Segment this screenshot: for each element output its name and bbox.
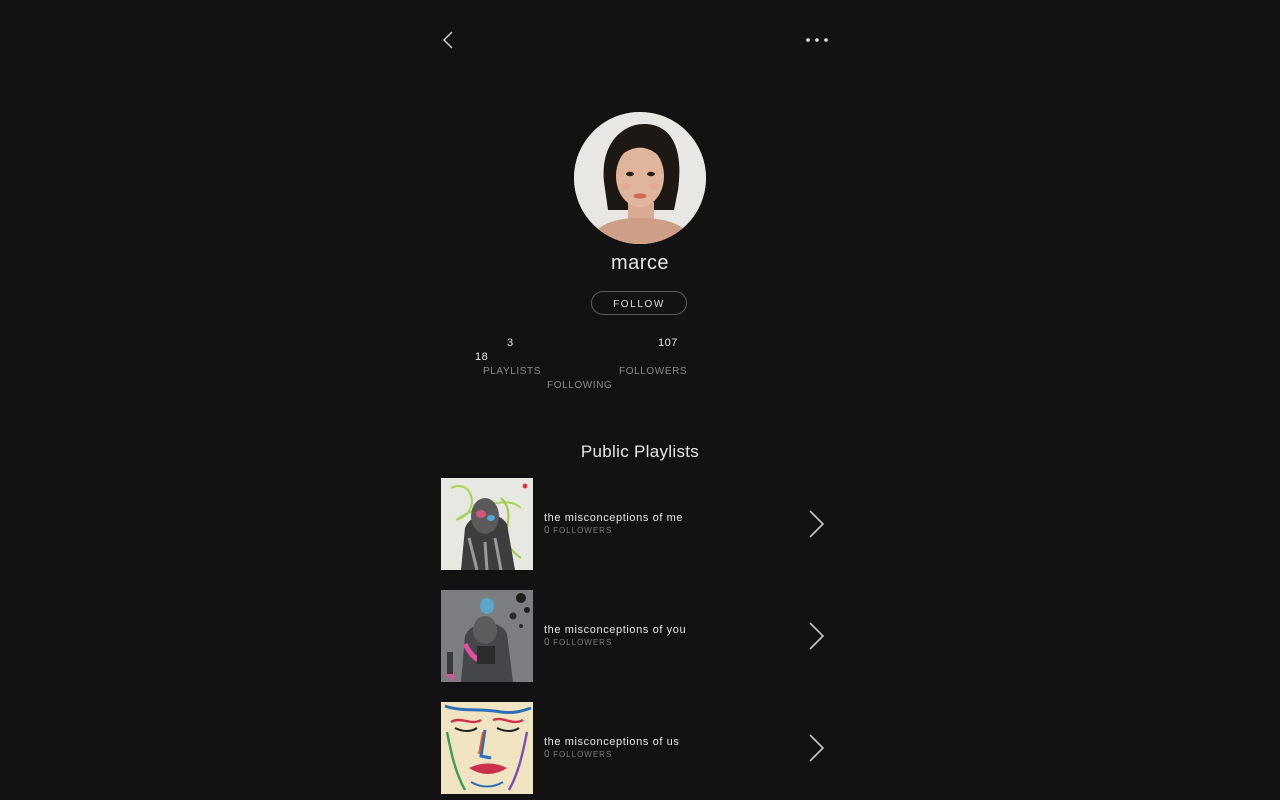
- playlist-cover: [441, 702, 533, 794]
- playlist-followers: 0 FOLLOWERS: [544, 749, 612, 760]
- playlists-label[interactable]: PLAYLISTS: [483, 366, 541, 377]
- ellipsis-icon: [806, 38, 828, 42]
- playlist-row[interactable]: the misconceptions of you 0 FOLLOWERS: [441, 590, 831, 682]
- playlists-count: 3: [507, 337, 514, 349]
- chevron-right-icon[interactable]: [807, 508, 827, 540]
- chevron-right-icon[interactable]: [807, 620, 827, 652]
- chevron-left-icon: [443, 31, 453, 49]
- public-playlists-heading: Public Playlists: [580, 442, 700, 461]
- playlist-followers-label: FOLLOWERS: [553, 750, 613, 759]
- playlist-row[interactable]: the misconceptions of me 0 FOLLOWERS: [441, 478, 831, 570]
- playlist-title: the misconceptions of you: [544, 624, 687, 636]
- playlist-artwork-icon: [441, 478, 533, 570]
- more-options-button[interactable]: [803, 30, 831, 50]
- playlist-followers-label: FOLLOWERS: [553, 526, 613, 535]
- playlist-followers-count: 0: [544, 637, 551, 648]
- following-label[interactable]: FOLLOWING: [547, 380, 612, 391]
- chevron-right-icon[interactable]: [807, 732, 827, 764]
- avatar: [574, 112, 706, 244]
- playlist-cover: [441, 478, 533, 570]
- playlist-followers: 0 FOLLOWERS: [544, 525, 612, 536]
- followers-count: 107: [658, 337, 678, 349]
- back-button[interactable]: [436, 28, 460, 52]
- playlist-artwork-icon: [441, 590, 533, 682]
- playlist-followers-label: FOLLOWERS: [553, 638, 613, 647]
- following-count: 18: [475, 351, 489, 363]
- profile-username: marce: [610, 252, 670, 274]
- playlist-row[interactable]: the misconceptions of us 0 FOLLOWERS: [441, 702, 831, 794]
- follow-button[interactable]: FOLLOW: [591, 291, 687, 315]
- profile-page: marce FOLLOW 3 PLAYLISTS 18 FOLLOWING 10…: [0, 0, 1280, 800]
- playlist-title: the misconceptions of me: [544, 512, 684, 524]
- playlist-followers: 0 FOLLOWERS: [544, 637, 612, 648]
- playlist-title: the misconceptions of us: [544, 736, 680, 748]
- playlist-artwork-icon: [441, 702, 533, 794]
- avatar-photo: [574, 112, 706, 244]
- playlist-cover: [441, 590, 533, 682]
- followers-label[interactable]: FOLLOWERS: [619, 366, 687, 377]
- playlist-followers-count: 0: [544, 749, 551, 760]
- playlist-followers-count: 0: [544, 525, 551, 536]
